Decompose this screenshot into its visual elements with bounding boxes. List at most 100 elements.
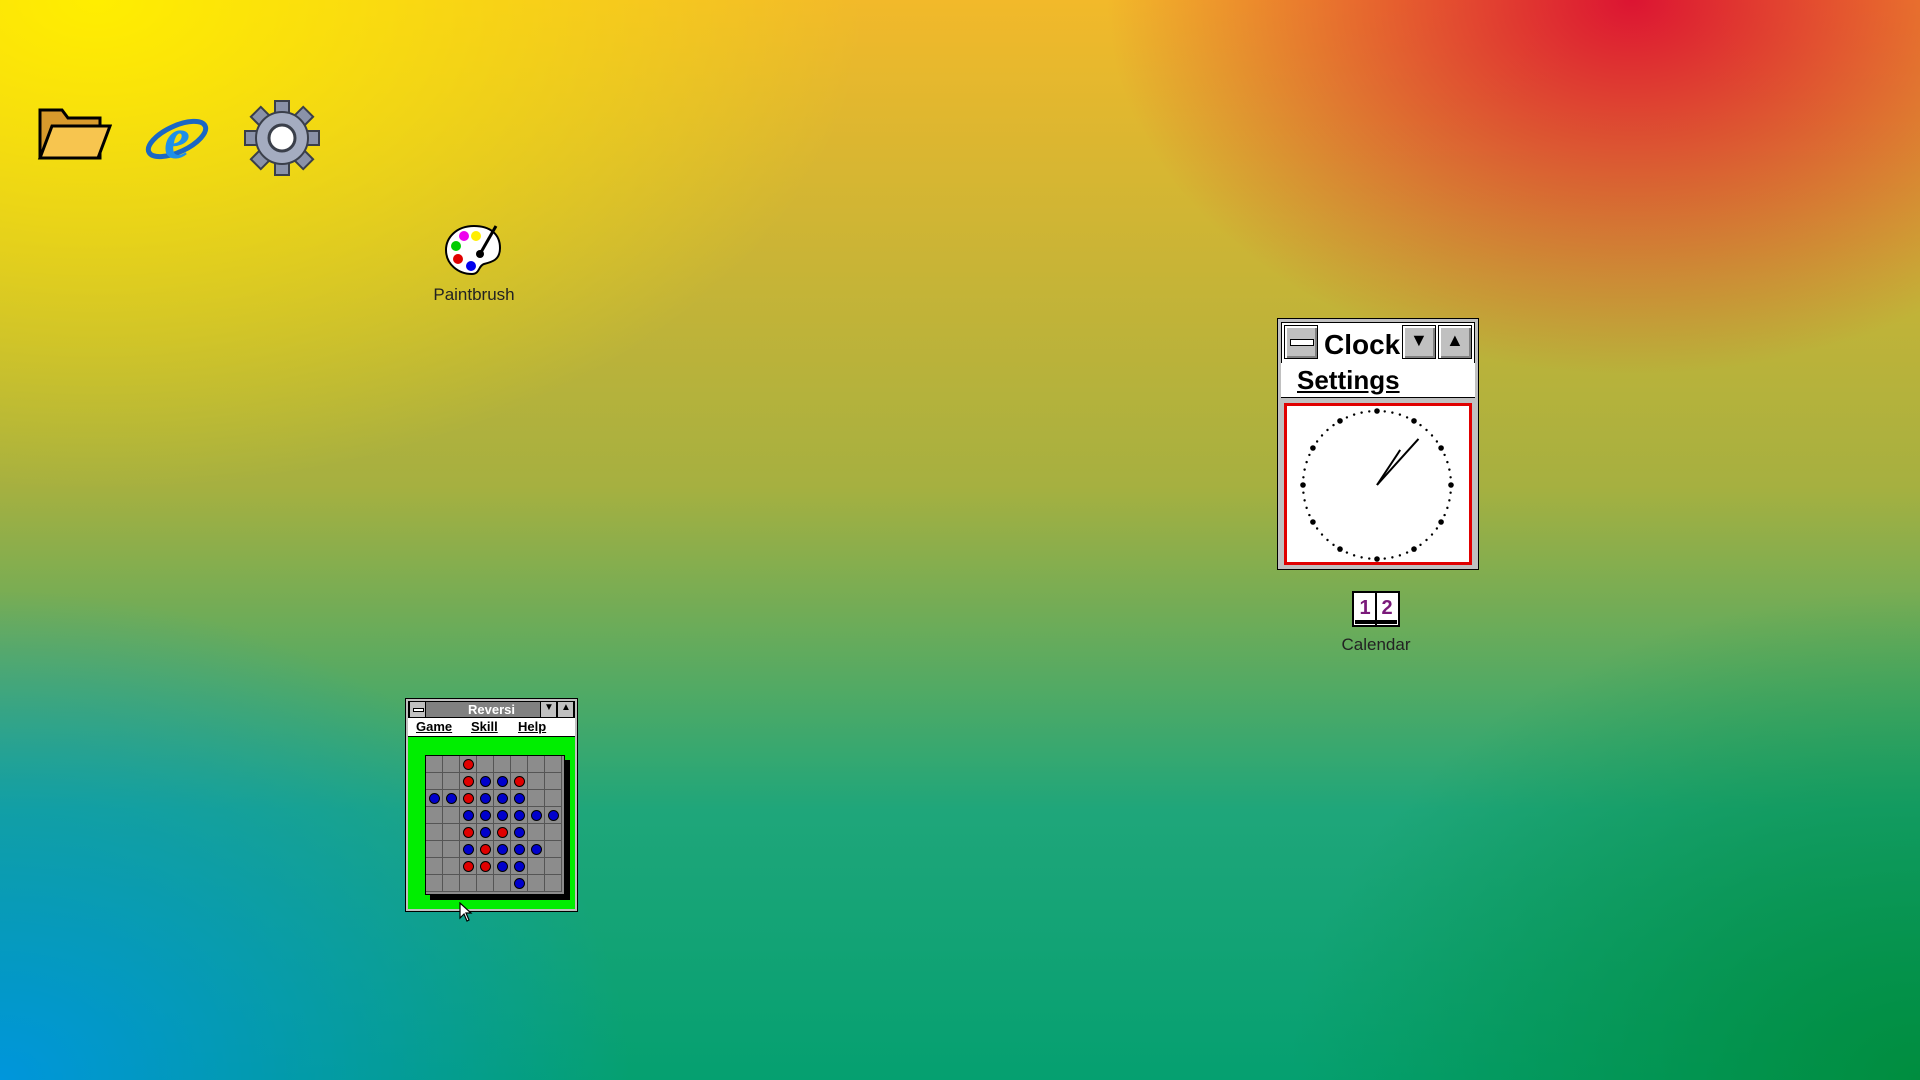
- clock-title: Clock: [1324, 329, 1401, 360]
- board-cell[interactable]: [426, 807, 443, 824]
- desktop-icon-calendar[interactable]: 1 2 Calendar: [1332, 590, 1420, 655]
- board-cell[interactable]: [477, 824, 494, 841]
- board-cell[interactable]: [477, 773, 494, 790]
- board-cell[interactable]: [494, 773, 511, 790]
- board-cell[interactable]: [477, 790, 494, 807]
- red-piece: [463, 793, 474, 804]
- board-cell[interactable]: [511, 858, 528, 875]
- clock-hour-mark: [1411, 546, 1417, 552]
- clock-minute-mark: [1303, 499, 1306, 502]
- desktop-icon-paintbrush[interactable]: Paintbrush: [428, 222, 520, 305]
- desktop-icon-internet-explorer[interactable]: e: [142, 102, 212, 177]
- board-cell[interactable]: [494, 841, 511, 858]
- board-cell[interactable]: [477, 807, 494, 824]
- menu-settings[interactable]: Settings: [1297, 365, 1400, 396]
- board-cell[interactable]: [511, 841, 528, 858]
- board-cell[interactable]: [511, 790, 528, 807]
- board-cell[interactable]: [443, 807, 460, 824]
- clock-minute-mark: [1305, 460, 1308, 464]
- board-cell[interactable]: [528, 773, 545, 790]
- reversi-titlebar[interactable]: Reversi ▼ ▲: [408, 701, 575, 718]
- board-cell[interactable]: [443, 841, 460, 858]
- board-cell[interactable]: [494, 756, 511, 773]
- board-cell[interactable]: [477, 756, 494, 773]
- board-cell[interactable]: [477, 875, 494, 892]
- board-cell[interactable]: [426, 858, 443, 875]
- reversi-window[interactable]: Reversi ▼ ▲ Game Skill Help: [405, 698, 578, 912]
- blue-piece: [497, 810, 508, 821]
- board-cell[interactable]: [443, 756, 460, 773]
- board-cell[interactable]: [460, 875, 477, 892]
- menu-help[interactable]: Help: [518, 719, 546, 734]
- board-cell[interactable]: [460, 807, 477, 824]
- board-cell[interactable]: [528, 807, 545, 824]
- clock-minute-mark: [1435, 527, 1439, 530]
- maximize-icon: ▲: [1446, 330, 1464, 350]
- board-cell[interactable]: [545, 773, 562, 790]
- board-cell[interactable]: [545, 790, 562, 807]
- board-cell[interactable]: [511, 875, 528, 892]
- reversi-minimize-button[interactable]: ▼: [540, 702, 557, 717]
- board-cell[interactable]: [460, 841, 477, 858]
- clock-window[interactable]: Clock ▼ ▲ Settings: [1277, 318, 1479, 570]
- board-cell[interactable]: [443, 858, 460, 875]
- board-cell[interactable]: [460, 790, 477, 807]
- system-menu-button[interactable]: [1284, 325, 1318, 359]
- board-cell[interactable]: [528, 790, 545, 807]
- clock-minute-mark: [1391, 556, 1394, 559]
- board-cell[interactable]: [460, 773, 477, 790]
- reversi-maximize-button[interactable]: ▲: [557, 702, 574, 717]
- board-cell[interactable]: [545, 824, 562, 841]
- board-cell[interactable]: [528, 824, 545, 841]
- board-cell[interactable]: [426, 790, 443, 807]
- board-cell[interactable]: [545, 858, 562, 875]
- blue-piece: [514, 844, 525, 855]
- board-cell[interactable]: [443, 875, 460, 892]
- blue-piece: [497, 793, 508, 804]
- board-cell[interactable]: [426, 824, 443, 841]
- board-cell[interactable]: [426, 875, 443, 892]
- board-cell[interactable]: [494, 790, 511, 807]
- board-cell[interactable]: [511, 807, 528, 824]
- board-cell[interactable]: [528, 858, 545, 875]
- board-cell[interactable]: [460, 756, 477, 773]
- board-cell[interactable]: [426, 756, 443, 773]
- board-cell[interactable]: [443, 824, 460, 841]
- red-piece: [514, 776, 525, 787]
- menu-skill[interactable]: Skill: [471, 719, 498, 734]
- reversi-board[interactable]: [425, 755, 565, 895]
- desktop-icon-folder[interactable]: [36, 98, 113, 173]
- board-cell[interactable]: [545, 807, 562, 824]
- board-cell[interactable]: [443, 773, 460, 790]
- board-cell[interactable]: [494, 875, 511, 892]
- clock-titlebar[interactable]: Clock ▼ ▲: [1281, 322, 1475, 364]
- board-cell[interactable]: [460, 824, 477, 841]
- clock-minute-mark: [1345, 551, 1349, 554]
- clock-minute-mark: [1449, 491, 1452, 494]
- board-cell[interactable]: [426, 841, 443, 858]
- board-cell[interactable]: [494, 858, 511, 875]
- board-cell[interactable]: [511, 773, 528, 790]
- board-cell[interactable]: [545, 841, 562, 858]
- board-cell[interactable]: [528, 875, 545, 892]
- board-cell[interactable]: [494, 807, 511, 824]
- board-cell[interactable]: [460, 858, 477, 875]
- board-cell[interactable]: [494, 824, 511, 841]
- board-cell[interactable]: [511, 824, 528, 841]
- board-cell[interactable]: [528, 841, 545, 858]
- board-cell[interactable]: [426, 773, 443, 790]
- minimize-button[interactable]: ▼: [1402, 325, 1436, 359]
- board-cell[interactable]: [545, 875, 562, 892]
- menu-game[interactable]: Game: [416, 719, 452, 734]
- board-cell[interactable]: [443, 790, 460, 807]
- board-cell[interactable]: [477, 858, 494, 875]
- board-cell[interactable]: [528, 756, 545, 773]
- board-cell[interactable]: [545, 756, 562, 773]
- system-menu-icon: [1290, 339, 1314, 346]
- board-cell[interactable]: [511, 756, 528, 773]
- maximize-button[interactable]: ▲: [1438, 325, 1472, 359]
- board-cell[interactable]: [477, 841, 494, 858]
- red-piece: [480, 861, 491, 872]
- desktop-icon-settings[interactable]: [242, 100, 322, 181]
- internet-explorer-icon: e: [145, 106, 209, 171]
